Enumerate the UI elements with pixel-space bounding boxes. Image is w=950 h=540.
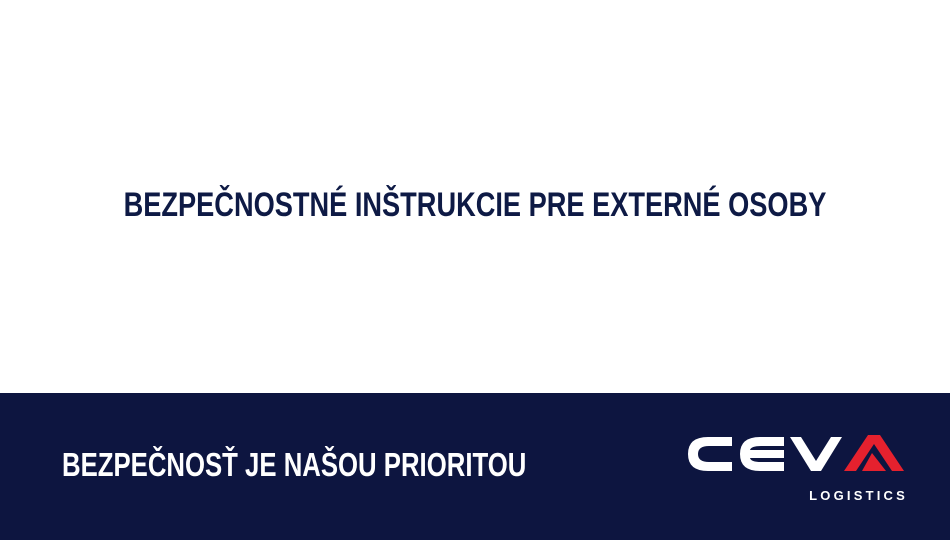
ceva-logistics-logo: LOGISTICS [686, 431, 910, 509]
slide: BEZPEČNOSTNÉ INŠTRUKCIE PRE EXTERNÉ OSOB… [0, 0, 950, 540]
footer-bar: BEZPEČNOSŤ JE NAŠOU PRIORITOU LOGISTICS [0, 393, 950, 540]
footer-slogan: BEZPEČNOSŤ JE NAŠOU PRIORITOU [62, 446, 527, 483]
ceva-logo-graphic: LOGISTICS [688, 435, 908, 503]
slide-title: BEZPEČNOSTNÉ INŠTRUKCIE PRE EXTERNÉ OSOB… [123, 186, 827, 224]
logo-tagline: LOGISTICS [809, 488, 908, 503]
